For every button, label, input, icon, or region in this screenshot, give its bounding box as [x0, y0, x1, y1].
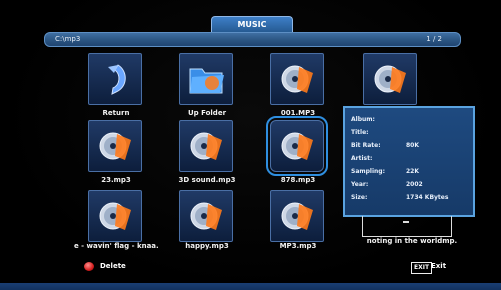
info-key: Album:	[351, 116, 375, 123]
music-cd-icon	[281, 65, 313, 93]
exit-label: Exit	[431, 262, 447, 270]
info-value: 2002	[406, 181, 423, 188]
delete-label: Delete	[100, 262, 126, 270]
thumb	[266, 116, 328, 176]
music-cd-icon	[281, 202, 313, 230]
thumb	[88, 120, 142, 172]
folder-icon	[189, 68, 224, 94]
info-key: Sampling:	[351, 168, 385, 175]
info-key: Artist:	[351, 155, 373, 162]
thumb	[88, 190, 142, 242]
thumb	[363, 53, 417, 105]
item-label: 878.mp3	[280, 176, 316, 184]
music-cd-icon	[374, 65, 406, 93]
path-bar: C:\mp3 1 / 2	[44, 32, 461, 47]
item-label: 001.MP3	[280, 109, 316, 117]
red-button-icon	[84, 262, 94, 271]
info-size-row: Size: 1734 KBytes	[351, 194, 469, 204]
media-player-screen: MUSIC C:\mp3 1 / 2 Return Up Folder 001.…	[0, 0, 501, 290]
info-artist-row: Artist:	[351, 155, 469, 165]
track-info-panel: Album: Title: Bit Rate: 80K Artist: Samp…	[343, 106, 475, 217]
info-value: 80K	[406, 142, 419, 149]
scroll-caption-frame	[362, 216, 452, 237]
info-sampling-row: Sampling: 22K	[351, 168, 469, 178]
page-indicator: 1 / 2	[426, 35, 442, 43]
info-album-row: Album:	[351, 116, 469, 126]
item-label: 3D sound.mp3	[178, 176, 236, 184]
info-key: Bit Rate:	[351, 142, 381, 149]
current-path: C:\mp3	[55, 35, 81, 43]
music-cd-icon	[99, 202, 131, 230]
bottom-strip	[0, 283, 501, 290]
thumb	[179, 120, 233, 172]
info-year-row: Year: 2002	[351, 181, 469, 191]
info-title-row: Title:	[351, 129, 469, 139]
item-label: happy.mp3	[185, 242, 229, 250]
thumb	[270, 53, 324, 105]
music-cd-icon	[190, 202, 222, 230]
scrolling-title: noting in the worldmp.	[366, 237, 458, 245]
music-cd-icon	[99, 132, 131, 160]
thumb	[270, 190, 324, 242]
info-bitrate-row: Bit Rate: 80K	[351, 142, 469, 152]
delete-button[interactable]: Delete	[84, 261, 126, 273]
item-label: e - wavin' flag - knaa.	[74, 242, 159, 250]
info-key: Size:	[351, 194, 368, 201]
thumb	[179, 190, 233, 242]
music-cd-icon	[190, 132, 222, 160]
item-label: 23.mp3	[101, 176, 131, 184]
music-title-tab: MUSIC	[211, 16, 293, 33]
caption-indicator	[403, 221, 409, 223]
thumb	[88, 53, 142, 105]
thumb	[179, 53, 233, 105]
exit-key-icon[interactable]: EXIT	[411, 262, 433, 274]
info-value: 22K	[406, 168, 419, 175]
info-key: Title:	[351, 129, 369, 136]
item-label: MP3.mp3	[279, 242, 317, 250]
info-key: Year:	[351, 181, 369, 188]
music-cd-icon	[281, 132, 313, 160]
item-label: Up Folder	[187, 109, 227, 117]
return-arrow-icon	[108, 64, 126, 95]
item-label: Return	[102, 109, 130, 117]
info-value: 1734 KBytes	[406, 194, 449, 201]
